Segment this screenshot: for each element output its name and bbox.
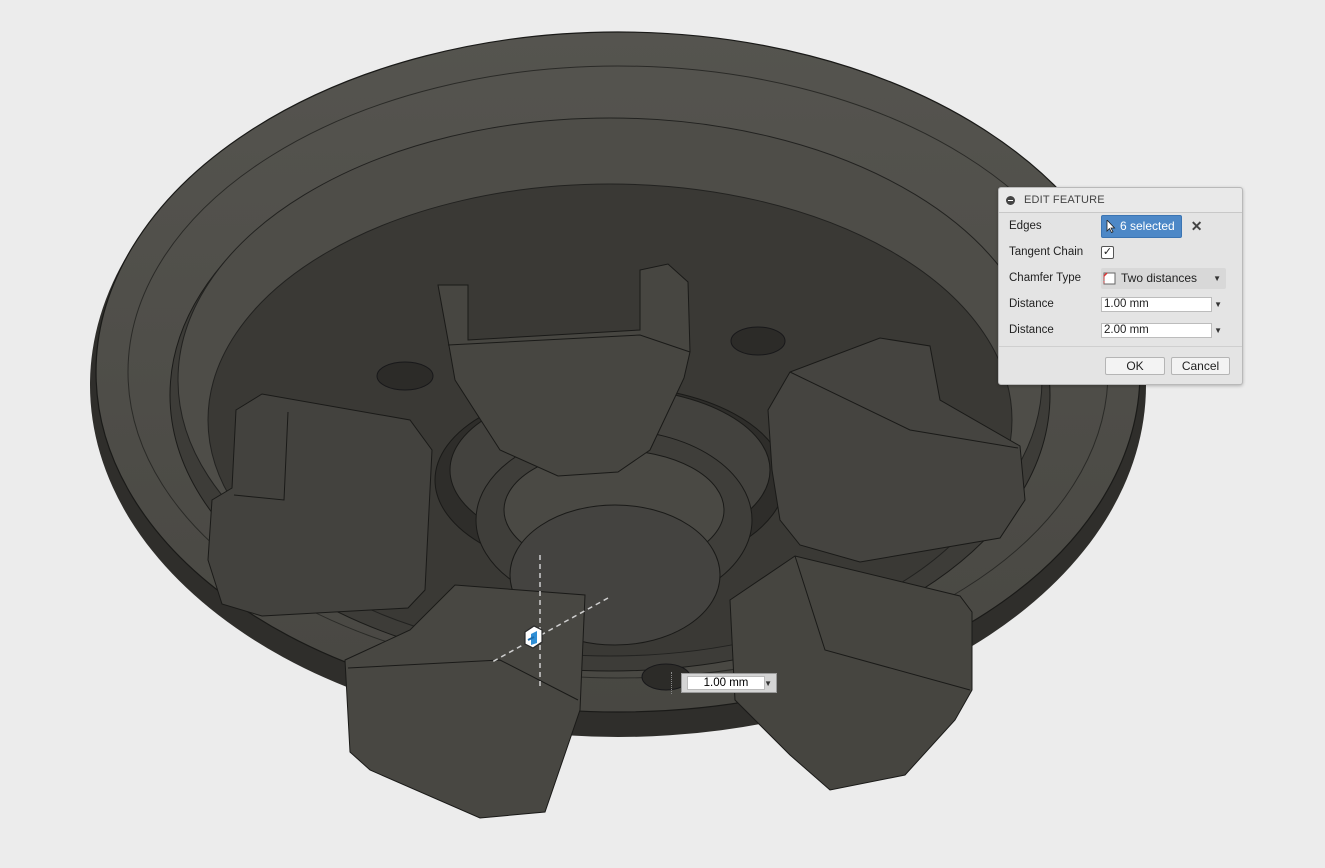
canvas-distance-field[interactable]: 1.00 mm [687, 676, 765, 690]
chamfer-type-icon [1103, 272, 1116, 285]
cancel-button[interactable]: Cancel [1171, 357, 1230, 375]
cursor-icon [1106, 219, 1116, 233]
hole[interactable] [376, 361, 434, 391]
model-view[interactable] [0, 0, 1325, 868]
chamfer-type-label: Chamfer Type [1009, 272, 1082, 284]
input-grip[interactable] [671, 672, 675, 694]
close-icon[interactable]: ✕ [1191, 218, 1203, 235]
distance2-label: Distance [1009, 324, 1054, 336]
distance1-row: Distance 1.00 mm ▼ [1009, 293, 1225, 315]
3d-viewport[interactable] [0, 0, 1325, 868]
ok-button[interactable]: OK [1105, 357, 1165, 375]
chamfer-type-row: Chamfer Type Two distances ▼ [1009, 267, 1226, 289]
canvas-distance-input[interactable]: 1.00 mm ▼ [681, 673, 777, 693]
chevron-down-icon[interactable]: ▼ [764, 679, 772, 688]
distance1-input[interactable]: 1.00 mm ▼ [1101, 296, 1225, 313]
distance1-field[interactable]: 1.00 mm [1101, 296, 1212, 312]
distance2-field[interactable]: 2.00 mm [1101, 322, 1212, 338]
collapse-icon[interactable] [1006, 195, 1015, 205]
dialog-title: EDIT FEATURE [1024, 194, 1105, 206]
distance1-label: Distance [1009, 298, 1054, 310]
dialog-divider [999, 346, 1242, 347]
hole[interactable] [730, 326, 786, 356]
edges-row: Edges 6 selected ✕ [1009, 214, 1203, 238]
tangent-chain-row: Tangent Chain ✓ [1009, 241, 1114, 263]
chamfer-type-value: Two distances [1121, 271, 1198, 285]
chamfer-type-dropdown[interactable]: Two distances ▼ [1101, 267, 1226, 289]
lobe-left[interactable] [207, 393, 433, 617]
distance2-input[interactable]: 2.00 mm ▼ [1101, 322, 1225, 339]
tangent-chain-checkbox[interactable]: ✓ [1101, 245, 1114, 259]
chevron-down-icon: ▼ [1213, 273, 1221, 283]
edit-feature-dialog: EDIT FEATURE Edges 6 selected ✕ Tangent … [998, 187, 1243, 385]
chevron-down-icon[interactable]: ▼ [1214, 300, 1222, 309]
dialog-header[interactable]: EDIT FEATURE [999, 188, 1242, 213]
edges-label: Edges [1009, 220, 1042, 232]
edges-selected-count: 6 selected [1120, 219, 1175, 233]
chevron-down-icon[interactable]: ▼ [1214, 326, 1222, 335]
distance2-row: Distance 2.00 mm ▼ [1009, 319, 1225, 341]
edges-selection-button[interactable]: 6 selected [1101, 214, 1182, 238]
tangent-chain-label: Tangent Chain [1009, 246, 1084, 258]
